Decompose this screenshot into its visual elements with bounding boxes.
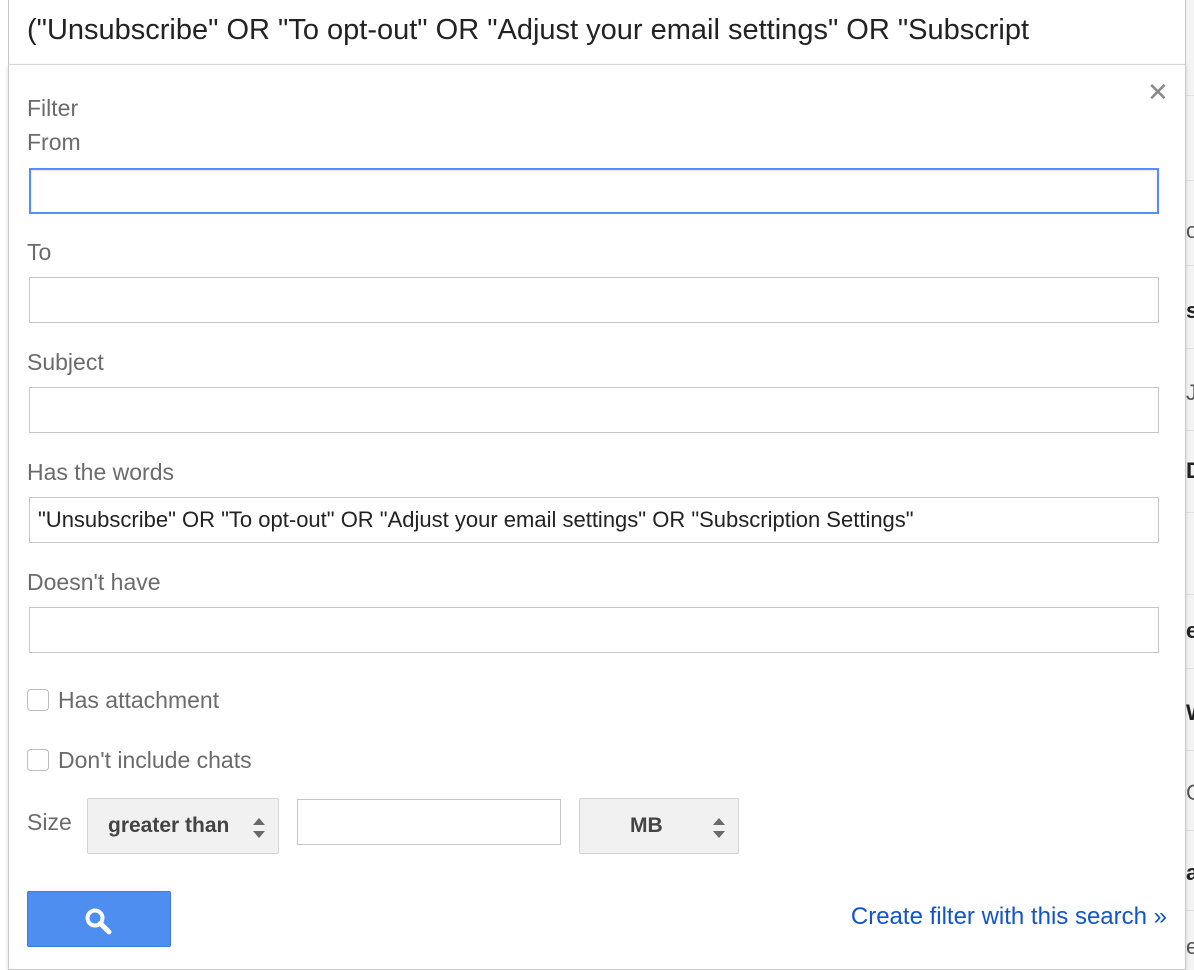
background-row-text: s <box>1186 298 1194 323</box>
background-row-divider <box>1186 512 1194 513</box>
size-comparator-value: greater than <box>108 814 230 837</box>
search-query-text[interactable]: ("Unsubscribe" OR "To opt-out" OR "Adjus… <box>27 14 1135 47</box>
has-words-field[interactable] <box>29 497 1159 543</box>
search-button[interactable] <box>27 891 171 947</box>
has-attachment-label[interactable]: Has attachment <box>58 687 219 714</box>
background-row-text: o <box>1186 218 1194 243</box>
to-field[interactable] <box>29 277 1159 323</box>
background-row-text: a <box>1186 860 1194 885</box>
search-icon <box>85 908 112 935</box>
background-row-text: J <box>1186 380 1194 405</box>
subject-label: Subject <box>27 349 104 375</box>
create-filter-link[interactable]: Create filter with this search » <box>851 903 1167 931</box>
background-row-divider <box>1186 348 1194 349</box>
background-row-divider <box>1186 910 1194 911</box>
size-unit-select[interactable]: MB <box>579 798 739 854</box>
doesnt-have-field[interactable] <box>29 607 1159 653</box>
to-label: To <box>27 239 52 265</box>
filter-title: Filter <box>27 95 79 121</box>
select-arrows-icon <box>253 818 265 838</box>
has-attachment-checkbox[interactable] <box>27 689 49 711</box>
filter-panel: ✕ Filter From To Subject Has the words D… <box>8 64 1186 970</box>
from-field[interactable] <box>29 168 1159 214</box>
background-row-text: e <box>1186 934 1194 959</box>
close-icon[interactable]: ✕ <box>1147 79 1169 105</box>
background-row-divider <box>1186 430 1194 431</box>
background-row-divider <box>1186 594 1194 595</box>
from-label: From <box>27 129 81 155</box>
dont-include-chats-checkbox[interactable] <box>27 749 49 771</box>
background-row-text: C <box>1186 780 1194 805</box>
background-row-divider <box>1186 830 1194 831</box>
doesnt-have-label: Doesn't have <box>27 569 161 595</box>
has-words-label: Has the words <box>27 459 175 485</box>
background-row-text: D <box>1186 458 1194 483</box>
search-bar[interactable]: ("Unsubscribe" OR "To opt-out" OR "Adjus… <box>8 0 1186 66</box>
size-value-field[interactable] <box>297 799 561 845</box>
background-row-divider <box>1186 95 1194 96</box>
subject-field[interactable] <box>29 387 1159 433</box>
background-row-divider <box>1186 180 1194 181</box>
size-unit-value: MB <box>630 814 663 837</box>
select-arrows-icon <box>713 818 725 838</box>
size-comparator-select[interactable]: greater than <box>87 798 279 854</box>
background-row-divider <box>1186 265 1194 266</box>
background-row-divider <box>1186 750 1194 751</box>
background-inbox-strip <box>1186 0 1194 970</box>
background-row-divider <box>1186 668 1194 669</box>
size-label: Size <box>27 809 72 835</box>
background-row-text: W <box>1186 700 1194 726</box>
dont-include-chats-label[interactable]: Don't include chats <box>58 747 252 774</box>
background-row-text: e <box>1186 618 1194 643</box>
